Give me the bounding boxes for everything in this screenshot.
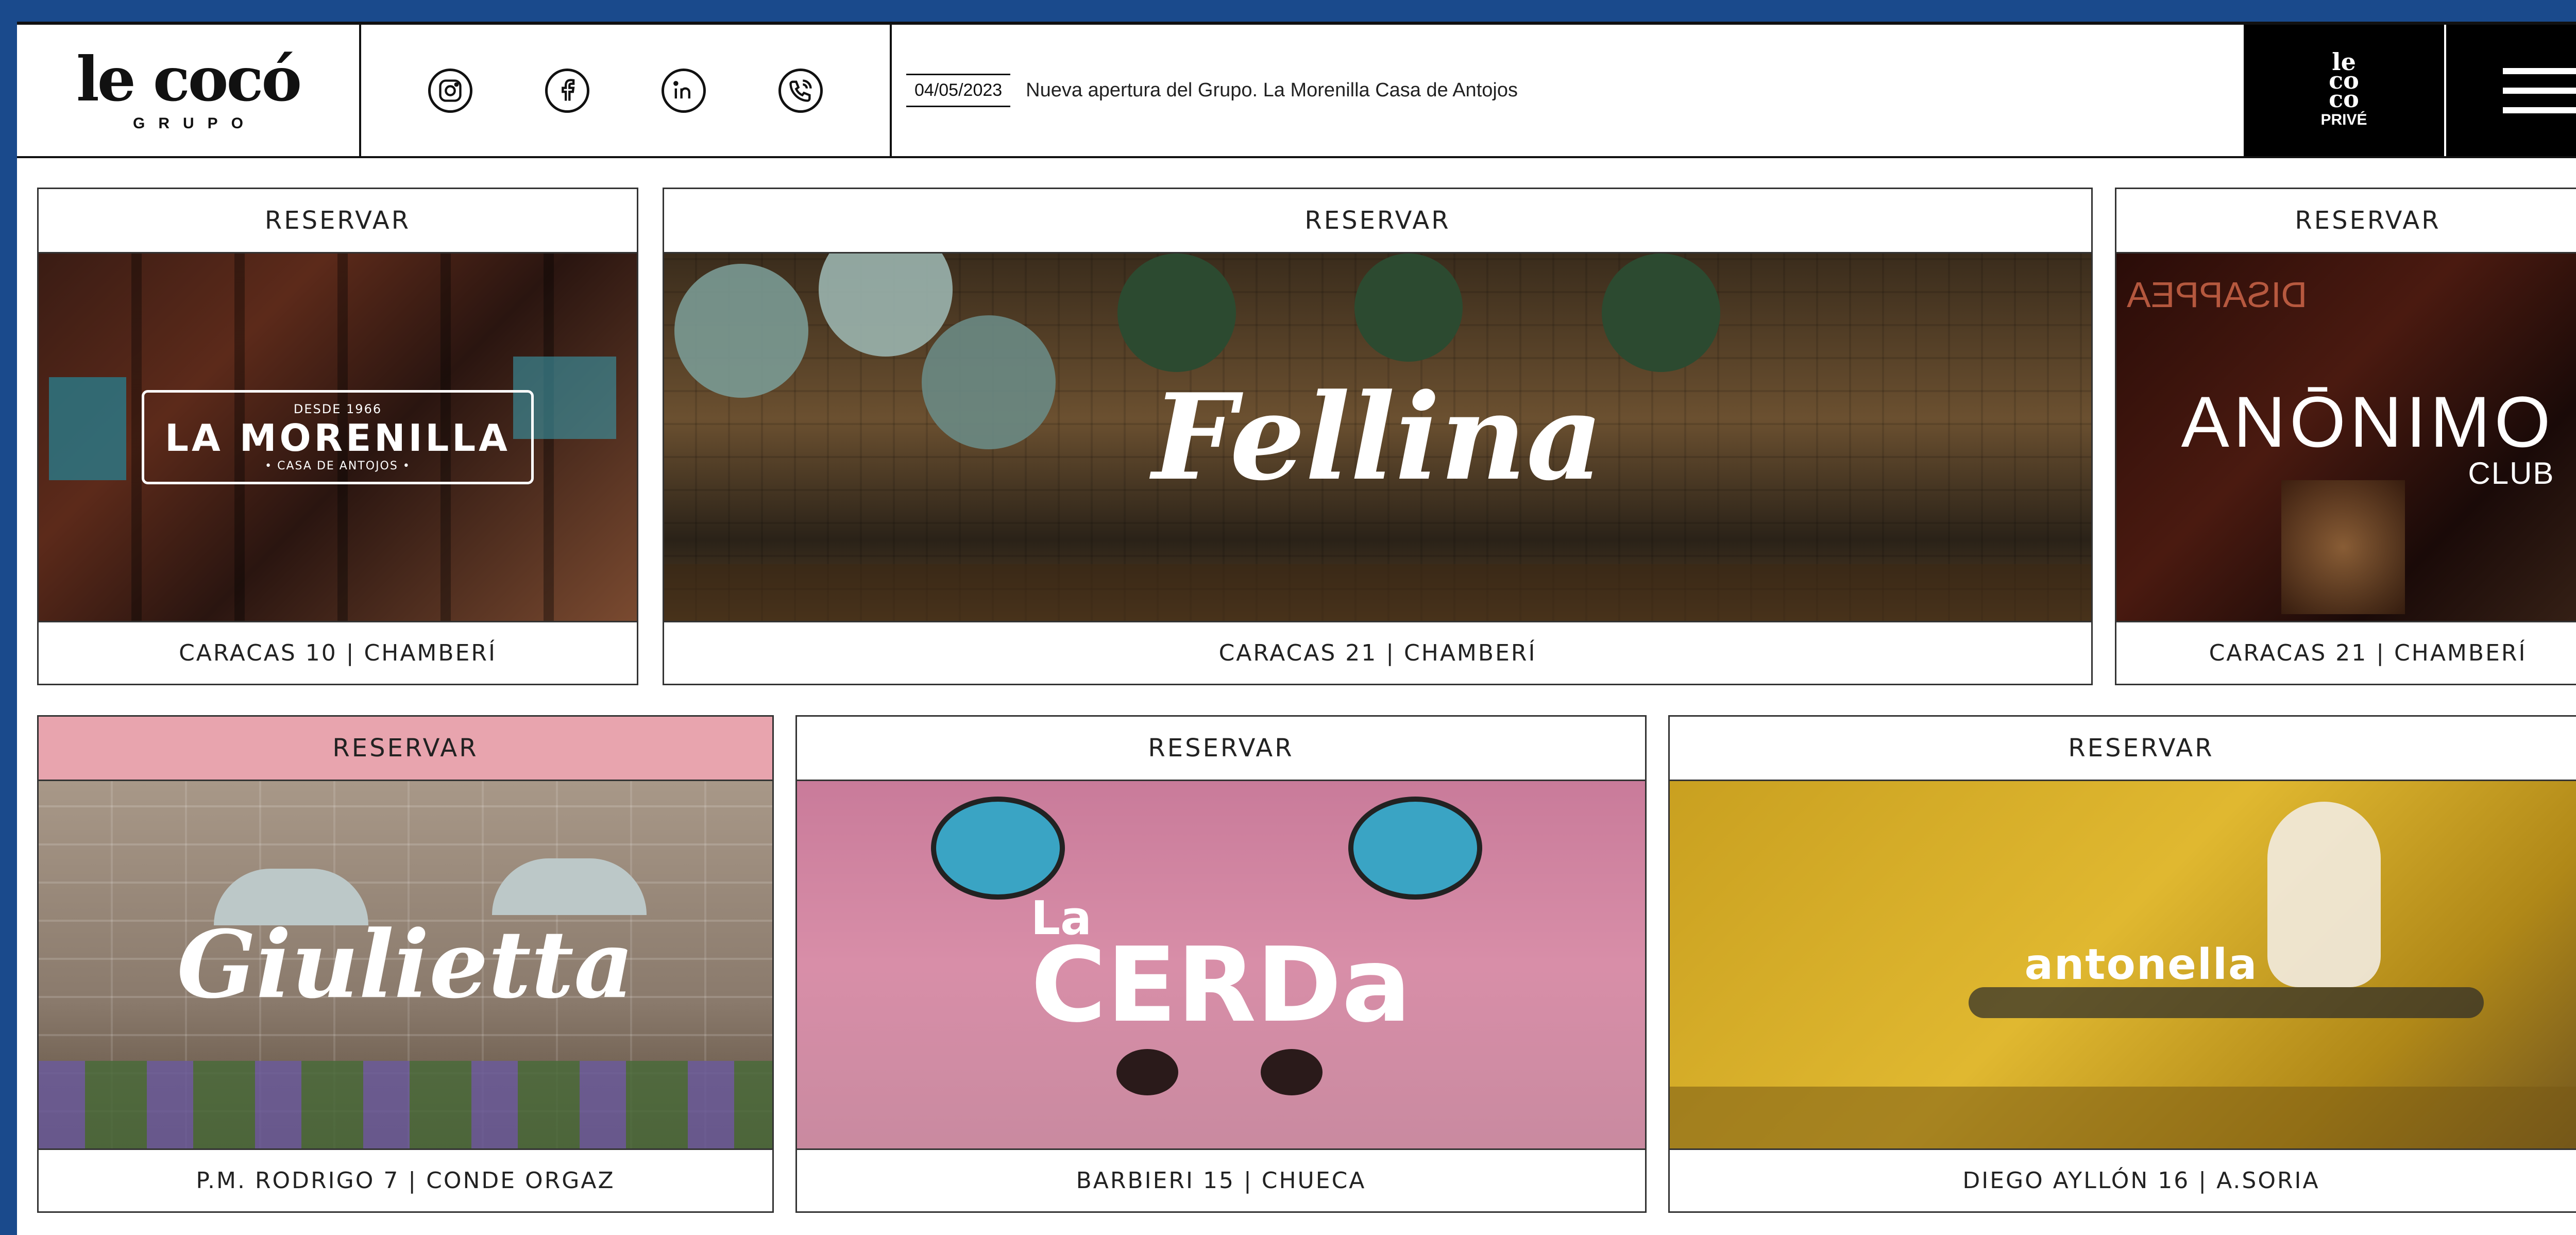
restaurant-address: BARBIERI 15 | CHUECA [797,1148,1645,1211]
linkedin-icon[interactable] [662,68,706,113]
reserve-button[interactable]: RESERVAR [797,717,1645,781]
logo-subtitle: GRUPO [132,114,257,132]
prive-link[interactable]: le co co PRIVÉ [2244,25,2446,156]
prive-logo: le co co [2329,47,2359,113]
logo-since: DESDE 1966 [293,402,382,416]
reserve-button[interactable]: RESERVAR [39,717,772,781]
restaurant-address: P.M. RODRIGO 7 | CONDE ORGAZ [39,1148,772,1211]
social-links [361,25,892,156]
restaurant-address: CARACAS 10 | CHAMBERÍ [39,621,637,684]
phone-icon[interactable] [778,68,823,113]
restaurant-image[interactable]: Fellina [664,253,2091,621]
reserve-button[interactable]: RESERVAR [2116,189,2576,253]
restaurant-image[interactable]: La CERDa [797,781,1645,1148]
restaurant-logo: Fellina [1152,367,1603,507]
restaurant-address: DIEGO AYLLÓN 16 | A.SORIA [1670,1148,2576,1211]
restaurant-address: CARACAS 21 | CHAMBERÍ [664,621,2091,684]
reserve-button[interactable]: RESERVAR [1670,717,2576,781]
instagram-icon[interactable] [428,68,473,113]
logo-sub: CLUB [2468,455,2555,490]
page: le cocó GRUPO 04/05/2023 Nueva apertura … [17,22,2576,1235]
restaurant-logo: La CERDa [1031,895,1411,1037]
logo-tagline: • CASA DE ANTOJOS • [265,460,411,472]
prive-label: PRIVÉ [2320,111,2367,128]
hamburger-menu-icon[interactable] [2446,25,2576,156]
restaurant-card-giulietta: RESERVAR Giulietta P.M. RODRIGO 7 | COND… [37,715,774,1213]
logo-wordmark: le cocó [76,43,302,115]
restaurant-card-la-cerda: RESERVAR La CERDa BARBIERI 15 | CHUECA [795,715,1647,1213]
restaurant-logo: DESDE 1966 LA MORENILLA • CASA DE ANTOJO… [142,390,534,484]
menu-bar [2503,87,2576,94]
news-text: Nueva apertura del Grupo. La Morenilla C… [1026,79,1518,101]
restaurant-logo: antonella [2024,940,2258,989]
restaurant-logo: Giulietta [177,910,634,1019]
news-date: 04/05/2023 [906,74,1011,107]
restaurant-image[interactable]: antonella [1670,781,2576,1148]
menu-bar [2503,67,2576,74]
news-ticker[interactable]: 04/05/2023 Nueva apertura del Grupo. La … [892,25,2244,156]
logo[interactable]: le cocó GRUPO [17,25,361,156]
restaurant-logo: ANŌNIMO CLUB [2181,385,2555,490]
restaurant-image[interactable]: DESDE 1966 LA MORENILLA • CASA DE ANTOJO… [39,253,637,621]
reserve-button[interactable]: RESERVAR [39,189,637,253]
restaurant-card-antonella: RESERVAR antonella DIEGO AYLLÓN 16 | A.S… [1668,715,2576,1213]
restaurant-image[interactable]: Giulietta [39,781,772,1148]
logo-name: LA MORENILLA [165,416,511,460]
restaurant-image[interactable]: DISAPPEA ANŌNIMO CLUB [2116,253,2576,621]
restaurant-card-la-morenilla: RESERVAR DESDE 1966 LA MORENILLA • CASA … [37,188,638,685]
restaurant-address: CARACAS 21 | CHAMBERÍ [2116,621,2576,684]
menu-bar [2503,107,2576,113]
site-header: le cocó GRUPO 04/05/2023 Nueva apertura … [17,22,2576,158]
facebook-icon[interactable] [545,68,589,113]
neon-sign: DISAPPEA [2127,275,2308,315]
logo-name: ANŌNIMO [2181,381,2555,462]
restaurant-card-fellina: RESERVAR Fellina CARACAS 21 | CHAMBERÍ [663,188,2093,685]
restaurant-card-anonimo: RESERVAR DISAPPEA ANŌNIMO CLUB CARACAS 2… [2115,188,2576,685]
logo-name: CERDa [1030,925,1412,1045]
reserve-button[interactable]: RESERVAR [664,189,2091,253]
